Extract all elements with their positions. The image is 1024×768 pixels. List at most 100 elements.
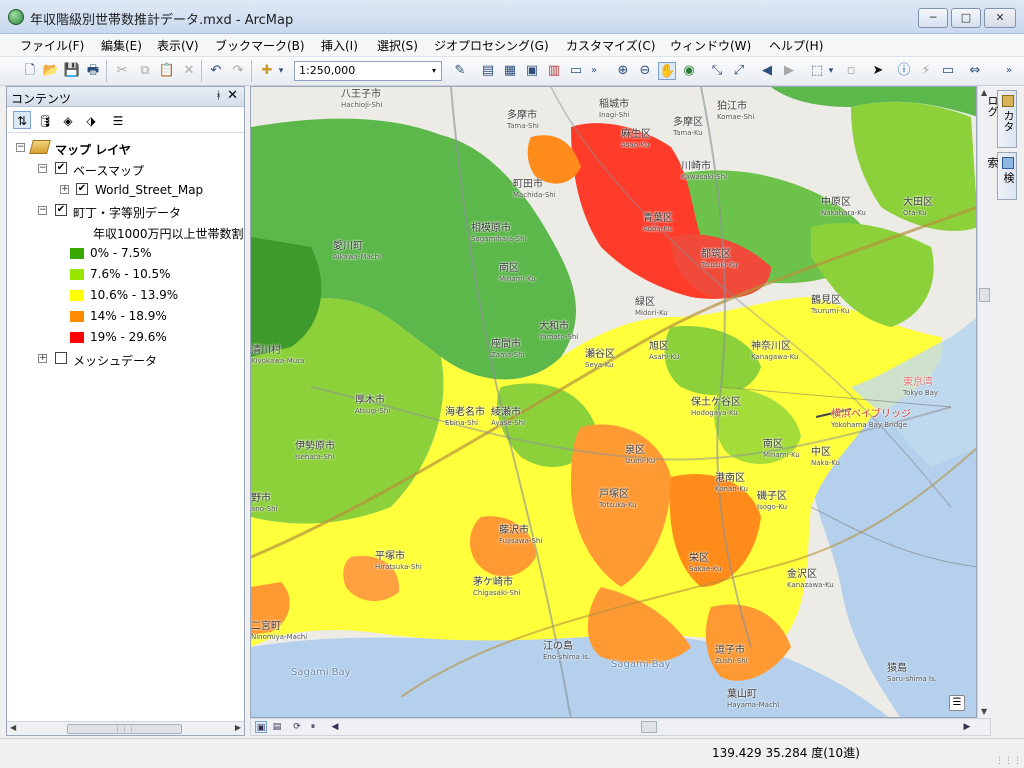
pause-drawing-icon[interactable]: ⏸ [307,721,319,733]
street-map-checkbox[interactable]: ✔ [76,183,88,195]
scroll-left-icon[interactable]: ◀ [329,721,341,733]
go-back-icon[interactable]: ◀ [758,62,776,80]
list-by-visibility-icon[interactable]: ◈ [59,111,77,129]
mesh-layer-checkbox[interactable] [55,352,67,364]
menu-insert[interactable]: 挿入(I) [321,37,358,54]
select-elements-icon[interactable]: ➤ [869,62,887,80]
map-place-label: 中区 Naka-Ku [811,447,840,467]
town-layer-label[interactable]: 町丁・字等別データ [73,204,181,221]
legend-swatch [70,269,84,280]
zoom-in-icon[interactable]: ⊕ [614,62,632,80]
identify-icon[interactable]: ⓘ [895,62,913,80]
expand-icon[interactable]: + [60,185,69,194]
fixed-zoom-in-icon[interactable]: ⤡ [708,62,726,80]
open-icon[interactable]: 📂 [42,62,60,80]
collapse-icon[interactable]: − [38,164,47,173]
town-layer-checkbox[interactable]: ✔ [55,204,67,216]
legend-class-label: 10.6% - 13.9% [90,288,179,302]
menu-window[interactable]: ウィンドウ(W) [670,37,751,54]
table-icon[interactable]: ▤ [479,62,497,80]
go-forward-icon[interactable]: ▶ [780,62,798,80]
new-icon[interactable]: 🗋 [21,62,39,80]
fixed-zoom-out-icon[interactable]: ⤢ [730,62,748,80]
menu-geoprocessing[interactable]: ジオプロセシング(G) [434,37,549,54]
collapse-icon[interactable]: − [38,206,47,215]
pin-icon[interactable]: ᚼ [215,89,222,102]
map-scale-combobox[interactable]: 1:250,000 ▾ [294,61,442,81]
refresh-icon[interactable]: ⟳ [291,721,303,733]
list-by-source-icon[interactable]: 🛢 [36,111,54,129]
redo-icon[interactable]: ↷ [229,62,247,80]
scroll-left-icon[interactable]: ◀ [10,723,16,732]
search-tab[interactable]: 検索 [986,152,1017,200]
editor-toolbar-icon[interactable]: ✎ [451,62,469,80]
list-by-selection-icon[interactable]: ⬗ [82,111,100,129]
catalog-window-icon[interactable]: ▣ [523,62,541,80]
layout-icon[interactable]: ▦ [501,62,519,80]
clear-selection-icon[interactable]: ▫ [842,62,860,80]
toc-close-button[interactable]: ✕ [227,88,238,103]
cut-icon[interactable]: ✂ [113,62,131,80]
measure-icon[interactable]: ⇔ [966,62,984,80]
save-icon[interactable]: 💾 [63,62,81,80]
close-button[interactable]: ✕ [984,8,1016,28]
toolbar-more-icon[interactable]: » [1004,62,1014,80]
expand-icon[interactable]: + [38,354,47,363]
undo-icon[interactable]: ↶ [207,62,225,80]
paste-icon[interactable]: 📋 [158,62,176,80]
delete-icon[interactable]: ✕ [180,62,198,80]
select-features-dropdown-icon[interactable]: ▾ [826,62,836,80]
menu-view[interactable]: 表示(V) [157,37,199,54]
scrollbar-thumb[interactable]: ⋮⋮⋮ [67,724,182,734]
arcmap-app-icon[interactable] [8,9,24,25]
scroll-down-icon[interactable]: ▼ [981,707,987,716]
menu-customize[interactable]: カスタマイズ(C) [566,37,655,54]
map-tips-icon[interactable]: ☰ [949,695,965,711]
list-by-drawing-order-icon[interactable]: ⇅ [13,111,31,129]
maximize-button[interactable]: □ [951,8,981,28]
copy-icon[interactable]: ⧉ [136,62,154,80]
zoom-out-icon[interactable]: ⊖ [636,62,654,80]
toolbar-more-icon[interactable]: » [589,62,599,80]
toc-options-icon[interactable]: ☰ [109,111,127,129]
basemap-group-label[interactable]: ベースマップ [73,162,144,179]
scale-dropdown-icon[interactable]: ▾ [427,62,441,80]
map-place-label: 平塚市 Hiratsuka-Shi [375,551,422,571]
map-layers-label[interactable]: マップ レイヤ [55,141,131,158]
scroll-right-icon[interactable]: ▶ [961,721,973,733]
scrollbar-thumb[interactable] [979,288,990,302]
pan-icon[interactable]: ✋ [658,62,676,80]
menu-file[interactable]: ファイル(F) [20,37,84,54]
hyperlink-icon[interactable]: ⚡ [917,62,935,80]
menu-bookmarks[interactable]: ブックマーク(B) [215,37,305,54]
menu-selection[interactable]: 選択(S) [377,37,418,54]
scrollbar-thumb[interactable] [641,721,657,733]
collapse-icon[interactable]: − [16,143,25,152]
full-extent-icon[interactable]: ◉ [680,62,698,80]
minimize-button[interactable]: ─ [918,8,948,28]
catalog-tab[interactable]: カタログ [986,90,1017,148]
toc-horizontal-scrollbar[interactable]: ◀ ⋮⋮⋮ ▶ [7,721,244,735]
mesh-layer-label[interactable]: メッシュデータ [73,352,157,369]
map-view[interactable]: 八王子市 Hachioji-Shi 多摩市 Tama-Shi 稲城市 Inagi-Sh… [250,86,977,718]
street-map-layer-label[interactable]: World_Street_Map [95,183,203,197]
map-place-label: 旭区 Asahi-Ku [649,341,680,361]
basemap-checkbox[interactable]: ✔ [55,162,67,174]
scroll-right-icon[interactable]: ▶ [235,723,241,732]
toolbox-icon[interactable]: ▥ [545,62,563,80]
resize-grip[interactable]: ⋮⋮⋮ [995,756,1022,766]
title-bar: 年収階級別世帯数推計データ.mxd - ArcMap ─ □ ✕ [0,0,1024,34]
print-icon[interactable]: 🖶 [84,62,102,80]
layout-view-icon[interactable]: ▤ [271,721,283,733]
layer-tree: − マップ レイヤ − ✔ ベースマップ + ✔ World_Street_Ma… [7,133,244,721]
add-data-icon[interactable]: ✚ [258,62,276,80]
python-window-icon[interactable]: ▭ [567,62,585,80]
map-place-label: 清川村 Kiyokawa-Mura [251,345,305,365]
add-data-dropdown-icon[interactable]: ▾ [276,62,286,80]
menu-edit[interactable]: 編集(E) [101,37,142,54]
html-popup-icon[interactable]: ▭ [939,62,957,80]
menu-help[interactable]: ヘルプ(H) [769,37,823,54]
data-view-icon[interactable]: ▣ [255,721,267,733]
select-features-icon[interactable]: ⬚ [808,62,826,80]
map-vertical-scrollbar[interactable]: ▲ ▼ [977,86,991,718]
